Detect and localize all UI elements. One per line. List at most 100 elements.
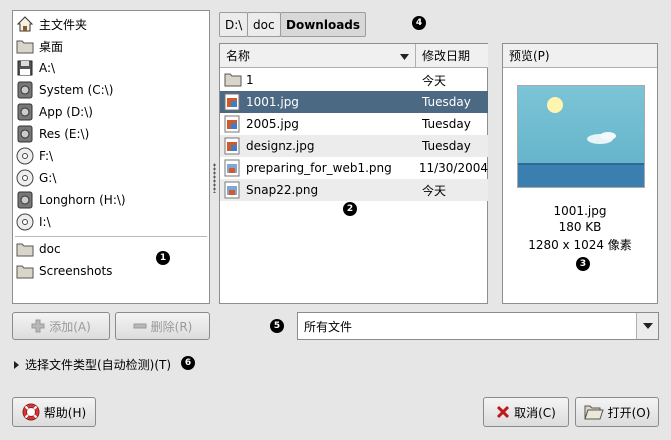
place-label: A:\ (39, 61, 56, 75)
column-header-name[interactable]: 名称 (220, 44, 416, 68)
preview-header: 预览(P) (503, 44, 657, 68)
drive-icon (15, 81, 35, 99)
add-bookmark-button[interactable]: 添加(A) (12, 312, 110, 340)
file-name: 1 (246, 73, 254, 87)
open-button[interactable]: 打开(O) (575, 397, 659, 427)
place-i-drive[interactable]: I:\ (15, 211, 51, 233)
add-icon (31, 319, 45, 333)
callout-marker: 5 (270, 319, 284, 333)
cdrom-icon (15, 213, 35, 231)
column-header-label: 修改日期 (422, 49, 471, 63)
place-e-drive[interactable]: Res (E:\) (15, 123, 89, 145)
file-row[interactable]: 1001.jpg Tuesday (220, 91, 488, 113)
place-g-drive[interactable]: G:\ (15, 167, 56, 189)
image-file-icon (224, 93, 242, 111)
folder-icon (224, 71, 242, 89)
place-c-drive[interactable]: System (C:\) (15, 79, 113, 101)
preview-header-label: 预览(P) (509, 49, 550, 63)
path-segment-label: D:\ (225, 17, 243, 32)
path-segment-downloads[interactable]: Downloads (280, 12, 367, 37)
callout-number: 5 (273, 321, 281, 331)
places-sidebar: 主文件夹 桌面 A:\ System (C:\) App (D:\) Res (… (12, 10, 210, 304)
place-label: Longhorn (H:\) (39, 193, 126, 207)
help-button[interactable]: 帮助(H) (12, 397, 96, 427)
place-label: 主文件夹 (39, 17, 88, 32)
image-file-icon (224, 137, 242, 155)
callout-marker: 4 (412, 16, 426, 30)
file-date: Tuesday (422, 117, 471, 131)
place-home[interactable]: 主文件夹 (15, 13, 87, 35)
place-h-drive[interactable]: Longhorn (H:\) (15, 189, 126, 211)
file-name: Snap22.png (246, 183, 319, 197)
expander-arrow-icon (14, 360, 19, 369)
open-label: 打开(O) (607, 405, 651, 420)
callout-number: 3 (579, 259, 587, 269)
path-segment-doc[interactable]: doc (247, 12, 281, 37)
preview-filename: 1001.jpg (553, 204, 607, 218)
file-row[interactable]: 2005.jpg Tuesday (220, 113, 488, 135)
close-icon (496, 405, 510, 419)
remove-bookmark-button[interactable]: 删除(R) (115, 312, 210, 340)
pane-resize-handle[interactable] (213, 163, 216, 193)
place-f-drive[interactable]: F:\ (15, 145, 53, 167)
place-label: System (C:\) (39, 83, 114, 97)
expander-label: 选择文件类型(自动检测)(T) (25, 358, 172, 372)
file-row[interactable]: preparing_for_web1.png 11/30/2004 (220, 157, 488, 179)
place-desktop[interactable]: 桌面 (15, 35, 63, 57)
cancel-label: 取消(C) (514, 405, 556, 420)
file-name: 2005.jpg (246, 117, 299, 131)
place-label: App (D:\) (39, 105, 93, 119)
path-segment-d[interactable]: D:\ (219, 12, 249, 37)
file-type-expander[interactable]: 选择文件类型(自动检测)(T) (14, 356, 171, 373)
drive-icon (15, 191, 35, 209)
preview-thumbnail (517, 85, 645, 188)
remove-bookmark-label: 删除(R) (150, 319, 193, 334)
callout-number: 1 (159, 253, 167, 263)
add-bookmark-label: 添加(A) (49, 319, 91, 334)
bookmark-label: Screenshots (39, 264, 113, 278)
file-name: designz.jpg (246, 139, 315, 153)
file-filter-select[interactable]: 所有文件 (297, 312, 659, 340)
column-header-label: 名称 (226, 49, 251, 63)
chevron-down-icon[interactable] (636, 313, 658, 339)
file-row[interactable]: Snap22.png 今天 (220, 179, 488, 201)
folder-icon (15, 262, 35, 280)
cancel-button[interactable]: 取消(C) (483, 397, 569, 427)
sort-down-icon (400, 49, 409, 63)
place-label: I:\ (39, 215, 51, 229)
column-header-date[interactable]: 修改日期 (416, 44, 488, 68)
file-filter-value: 所有文件 (304, 319, 353, 334)
place-label: 桌面 (39, 39, 64, 54)
file-list: 名称 修改日期 1 今天 1001.jpg Tuesday 2005.jpg T… (219, 43, 488, 304)
preview-filesize: 180 KB (558, 220, 602, 234)
places-separator (15, 236, 207, 237)
image-file-icon (224, 181, 242, 199)
drive-icon (15, 103, 35, 121)
help-icon (22, 403, 40, 421)
place-d-drive[interactable]: App (D:\) (15, 101, 93, 123)
path-segment-label: doc (253, 17, 275, 32)
callout-marker: 1 (156, 251, 170, 265)
file-date: 今天 (422, 183, 447, 198)
file-row[interactable]: designz.jpg Tuesday (220, 135, 488, 157)
remove-icon (133, 323, 147, 329)
file-date: 11/30/2004 (418, 161, 488, 175)
cdrom-icon (15, 147, 35, 165)
preview-dimensions: 1280 x 1024 像素 (528, 238, 632, 252)
bookmark-doc[interactable]: doc (15, 238, 61, 260)
home-icon (15, 15, 35, 33)
help-label: 帮助(H) (43, 405, 87, 420)
file-name: 1001.jpg (246, 95, 299, 109)
place-label: Res (E:\) (39, 127, 90, 141)
path-segment-label: Downloads (286, 17, 361, 32)
file-row[interactable]: 1 今天 (220, 69, 488, 91)
callout-number: 2 (346, 204, 354, 214)
callout-marker: 2 (343, 202, 357, 216)
folder-icon (15, 240, 35, 258)
callout-marker: 3 (576, 257, 590, 271)
place-a-drive[interactable]: A:\ (15, 57, 55, 79)
bookmark-screenshots[interactable]: Screenshots (15, 260, 112, 282)
place-label: F:\ (39, 149, 54, 163)
folder-icon (15, 37, 35, 55)
place-label: G:\ (39, 171, 57, 185)
